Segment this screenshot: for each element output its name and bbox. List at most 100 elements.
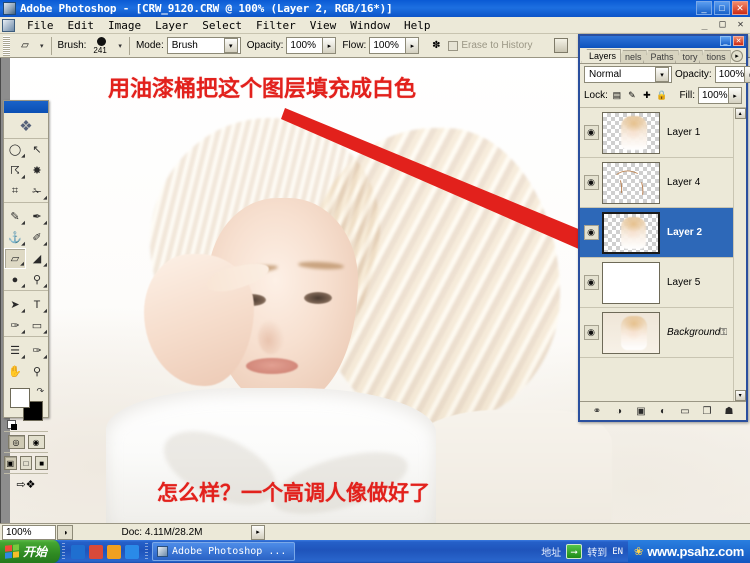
layer-style-icon[interactable]: ◑ — [613, 406, 626, 417]
scroll-down-button[interactable]: ▾ — [734, 390, 746, 401]
lasso-tool[interactable]: ☈ ◢ — [4, 160, 26, 181]
preview-icon[interactable]: ◑ — [57, 524, 73, 540]
tab-paths[interactable]: Paths — [642, 50, 679, 63]
blur-tool[interactable]: ● ◢ — [4, 269, 26, 290]
layer-thumbnail[interactable] — [602, 161, 660, 204]
full-screen-menubar-mode[interactable]: □ — [19, 456, 33, 470]
restore-button[interactable]: □ — [714, 1, 730, 15]
history-brush-tool[interactable]: ✐ ◢ — [26, 227, 48, 248]
lock-image-icon[interactable]: ✎ — [626, 90, 638, 102]
quick-mask-mode[interactable]: ◉ — [27, 435, 45, 449]
options-bar-grip[interactable] — [3, 35, 10, 56]
lock-all-icon[interactable]: 🔒 — [656, 90, 668, 102]
lock-position-icon[interactable]: ✚ — [641, 90, 653, 102]
mode-select[interactable]: Brush ▾ — [166, 37, 241, 54]
document-icon[interactable] — [2, 18, 15, 32]
move-tool[interactable]: ↖ — [26, 139, 48, 160]
blend-mode-select[interactable]: Normal ▾ — [584, 66, 672, 83]
blend-mode-chevron-down-icon[interactable]: ▾ — [655, 67, 669, 82]
tab-history[interactable]: tory — [674, 50, 703, 63]
status-more-arrow-icon[interactable]: ▸ — [251, 524, 265, 540]
palette-close-button[interactable]: ✕ — [733, 36, 744, 46]
browser-icon[interactable] — [125, 544, 140, 559]
table-row[interactable]: ◉ Background ⚿ — [580, 308, 734, 358]
gradient-tool[interactable]: ◢ ◢ — [26, 248, 48, 269]
ime-indicator[interactable]: EN — [612, 547, 623, 557]
minimize-button[interactable]: _ — [696, 1, 712, 15]
tab-channels[interactable]: nels — [617, 50, 647, 63]
layer-thumbnail[interactable] — [602, 111, 660, 154]
default-colors-icon[interactable] — [7, 420, 17, 430]
eyedropper-tool[interactable]: ✑ ◢ — [26, 340, 48, 361]
table-row[interactable]: ◉ Layer 5 — [580, 258, 734, 308]
brush-tool[interactable]: ✒ ◢ — [26, 206, 48, 227]
fill-input[interactable]: 100% ▸ — [698, 87, 742, 104]
brush-chevron-down-icon[interactable]: ▾ — [118, 42, 122, 50]
ie-icon[interactable] — [71, 544, 86, 559]
healing-brush-tool[interactable]: ✎ ◢ — [4, 206, 26, 227]
doc-close-button[interactable]: ✕ — [734, 19, 747, 30]
doc-minimize-button[interactable]: _ — [698, 19, 711, 30]
tab-layers[interactable]: Layers — [581, 49, 622, 63]
erase-to-history-checkbox[interactable] — [448, 40, 459, 51]
link-layers-icon[interactable]: ⚭ — [591, 406, 604, 417]
tool-preset-chevron-down-icon[interactable]: ▾ — [40, 42, 44, 50]
palette-well-icon[interactable] — [554, 38, 568, 53]
dodge-tool[interactable]: ⚲ ◢ — [26, 269, 48, 290]
palette-title-bar[interactable]: _ ✕ — [580, 36, 746, 48]
table-row[interactable]: ◉ Layer 1 — [580, 108, 734, 158]
flow-input[interactable]: 100% ▸ — [369, 37, 420, 54]
zoom-level-input[interactable]: 100% — [2, 524, 56, 540]
layer-thumbnail[interactable] — [602, 261, 660, 304]
clone-stamp-tool[interactable]: ⚓ ◢ — [4, 227, 26, 248]
menu-image[interactable]: Image — [101, 18, 148, 33]
notes-tool[interactable]: ☰ ◢ — [4, 340, 26, 361]
menu-file[interactable]: File — [20, 18, 61, 33]
doc-restore-button[interactable]: □ — [716, 19, 729, 30]
menu-edit[interactable]: Edit — [61, 18, 102, 33]
jump-to-imageready-icon[interactable]: ⇨❖ — [4, 473, 48, 495]
layer-list-scrollbar[interactable]: ▴ ▾ — [733, 108, 746, 401]
media-player-icon[interactable] — [89, 544, 104, 559]
swap-colors-icon[interactable]: ↷ — [36, 386, 44, 397]
layer-visibility-toggle[interactable]: ◉ — [580, 275, 602, 290]
path-selection-tool[interactable]: ➤ ◢ — [4, 294, 26, 315]
new-layer-icon[interactable]: ❐ — [701, 406, 714, 417]
foreground-color-swatch[interactable] — [10, 388, 30, 408]
magic-wand-tool[interactable]: ✸ — [26, 160, 48, 181]
adjustment-layer-icon[interactable]: ◐ — [657, 406, 670, 417]
full-screen-mode[interactable]: ■ — [35, 456, 49, 470]
table-row[interactable]: ◉ Layer 2 — [580, 208, 734, 258]
menu-view[interactable]: View — [303, 18, 344, 33]
eraser-tool-icon[interactable]: ▱ — [13, 36, 37, 56]
taskbar-item-photoshop[interactable]: Adobe Photoshop ... — [152, 542, 296, 561]
menu-select[interactable]: Select — [195, 18, 249, 33]
layer-list[interactable]: ◉ Layer 1 ◉ Layer 4 ◉ Layer 2 ◉ Layer 5 … — [580, 108, 746, 401]
slice-tool[interactable]: ✁ ◢ — [26, 181, 48, 202]
layer-visibility-toggle[interactable]: ◉ — [580, 175, 602, 190]
crop-tool[interactable]: ⌗ — [4, 181, 26, 202]
new-group-icon[interactable]: ▭ — [679, 406, 692, 417]
eraser-tool[interactable]: ▱ ◢ — [4, 248, 26, 269]
standard-screen-mode[interactable]: ▣ — [4, 456, 17, 470]
opacity-slider-arrow-icon[interactable]: ▸ — [322, 38, 336, 53]
close-button[interactable]: ✕ — [732, 1, 748, 15]
layer-visibility-toggle[interactable]: ◉ — [580, 325, 602, 340]
type-tool[interactable]: T ◢ — [26, 294, 48, 315]
pen-tool[interactable]: ✑ ◢ — [4, 315, 26, 336]
menu-layer[interactable]: Layer — [148, 18, 195, 33]
lock-transparent-icon[interactable]: ▤ — [611, 90, 623, 102]
shape-tool[interactable]: ▭ ◢ — [26, 315, 48, 336]
palette-minimize-button[interactable]: _ — [720, 36, 731, 46]
layer-visibility-toggle[interactable]: ◉ — [580, 125, 602, 140]
delete-layer-icon[interactable]: ☗ — [723, 406, 736, 417]
menu-help[interactable]: Help — [397, 18, 438, 33]
layer-thumbnail[interactable] — [602, 311, 660, 354]
opacity-input[interactable]: 100% ▸ — [286, 37, 337, 54]
menu-filter[interactable]: Filter — [249, 18, 303, 33]
scroll-up-button[interactable]: ▴ — [734, 108, 746, 119]
layer-thumbnail[interactable] — [602, 211, 660, 254]
hand-tool[interactable]: ✋ — [4, 361, 26, 382]
palette-opacity-arrow-icon[interactable]: ▸ — [744, 67, 750, 82]
site-banner[interactable]: ❀ www.psahz.com — [628, 540, 750, 563]
